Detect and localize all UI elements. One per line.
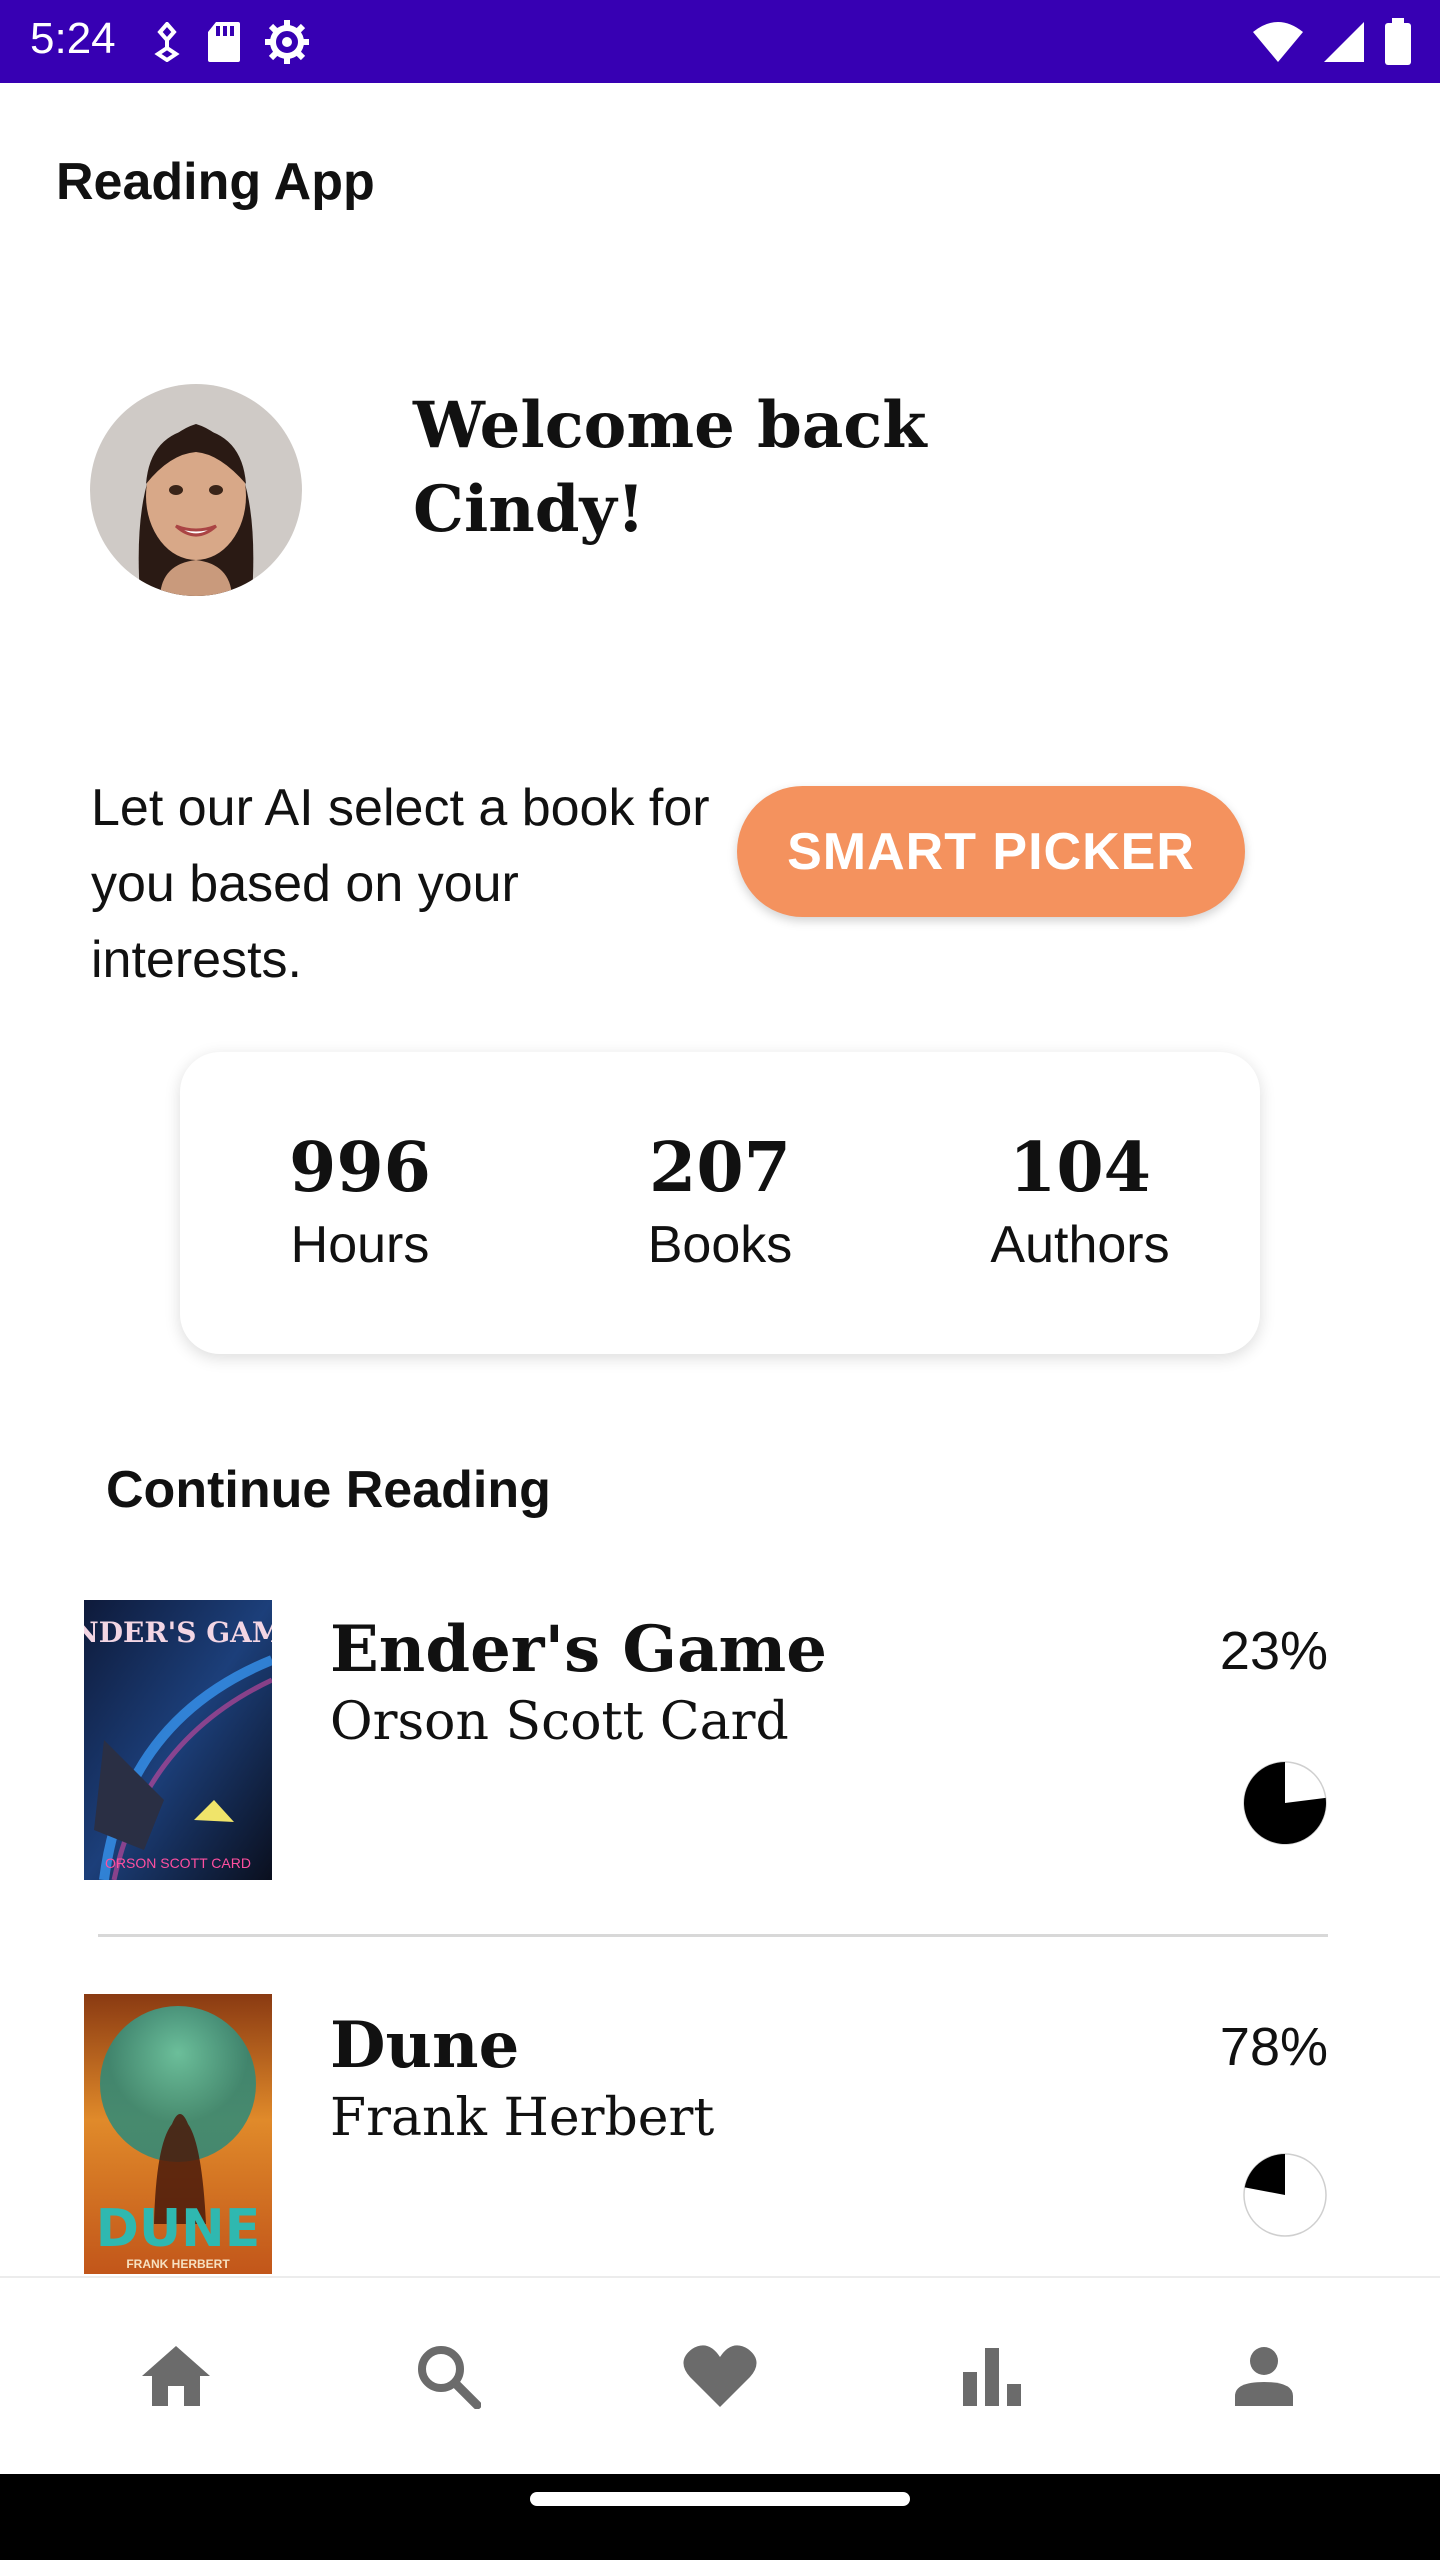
book-list-item[interactable]: DUNE FRANK HERBERT Dune Frank Herbert 78…: [0, 1994, 1440, 2294]
bottom-navigation: [0, 2276, 1440, 2474]
nav-stats[interactable]: [932, 2316, 1052, 2436]
nav-home[interactable]: [116, 2316, 236, 2436]
book-title: Ender's Game: [330, 1612, 827, 1687]
stats-bar-chart-icon: [963, 2348, 1021, 2406]
wifi-icon: [1253, 22, 1303, 62]
favorites-heart-icon: [683, 2345, 757, 2407]
stat-label: Authors: [990, 1216, 1170, 1274]
status-time: 5:24: [30, 14, 116, 63]
stat-label: Books: [647, 1216, 793, 1274]
reading-stats-card: 996 Hours 207 Books 104 Authors: [180, 1052, 1260, 1354]
book-progress-percent: 78%: [1219, 2017, 1328, 2077]
home-icon: [142, 2346, 210, 2406]
book-author: Frank Herbert: [330, 2088, 715, 2148]
stat-hours: 996 Hours: [180, 1052, 540, 1354]
enders-game-cover-image: ENDER'S GAME ORSON SCOTT CARD: [84, 1600, 272, 1880]
app-title: Reading App: [56, 153, 375, 211]
home-gesture-handle[interactable]: [530, 2492, 910, 2506]
dune-cover-image: DUNE FRANK HERBERT: [84, 1994, 272, 2274]
sd-card-icon: [208, 22, 240, 62]
cover-title-text: DUNE: [96, 2199, 260, 2259]
usb-debug-icon: [154, 22, 180, 62]
stat-books: 207 Books: [540, 1052, 900, 1354]
welcome-greeting: Welcome back Cindy!: [413, 384, 927, 552]
cover-title-text: ENDER'S GAME: [84, 1616, 272, 1649]
avatar[interactable]: [90, 384, 302, 596]
signal-icon: [1324, 22, 1364, 62]
list-divider: [98, 1934, 1328, 1937]
book-progress-pie: [1243, 1761, 1327, 1845]
book-cover[interactable]: ENDER'S GAME ORSON SCOTT CARD: [84, 1600, 272, 1880]
nav-favorites[interactable]: [660, 2316, 780, 2436]
settings-gear-icon: [265, 20, 309, 64]
stat-value: 104: [1009, 1128, 1151, 1208]
smart-picker-button[interactable]: SMART PICKER: [737, 786, 1245, 917]
stat-authors: 104 Authors: [900, 1052, 1260, 1354]
smart-picker-description: Let our AI select a book for you based o…: [91, 779, 710, 989]
book-author: Orson Scott Card: [330, 1692, 789, 1752]
user-avatar-photo: [90, 384, 302, 596]
status-icons-left: [150, 18, 310, 66]
search-icon: [418, 2346, 481, 2409]
continue-reading-title: Continue Reading: [106, 1461, 551, 1519]
book-title: Dune: [330, 2008, 520, 2083]
battery-icon: [1385, 18, 1411, 65]
stat-label: Hours: [290, 1216, 430, 1274]
cover-author-text: FRANK HERBERT: [126, 2257, 230, 2271]
welcome-username: Cindy!: [413, 472, 645, 547]
profile-person-icon: [1235, 2347, 1293, 2406]
system-gesture-bar: [0, 2474, 1440, 2560]
book-cover[interactable]: DUNE FRANK HERBERT: [84, 1994, 272, 2274]
book-progress-pie: [1243, 2153, 1327, 2237]
book-list-item[interactable]: ENDER'S GAME ORSON SCOTT CARD Ender's Ga…: [0, 1598, 1440, 1898]
book-progress-percent: 23%: [1219, 1621, 1328, 1681]
stat-value: 207: [649, 1128, 791, 1208]
status-bar: 5:24: [0, 0, 1440, 83]
cover-author-text: ORSON SCOTT CARD: [105, 1855, 251, 1871]
stat-value: 996: [289, 1128, 431, 1208]
status-icons-right: [1252, 18, 1412, 66]
nav-profile[interactable]: [1204, 2316, 1324, 2436]
welcome-line-1: Welcome back: [413, 388, 927, 463]
nav-search[interactable]: [388, 2316, 508, 2436]
